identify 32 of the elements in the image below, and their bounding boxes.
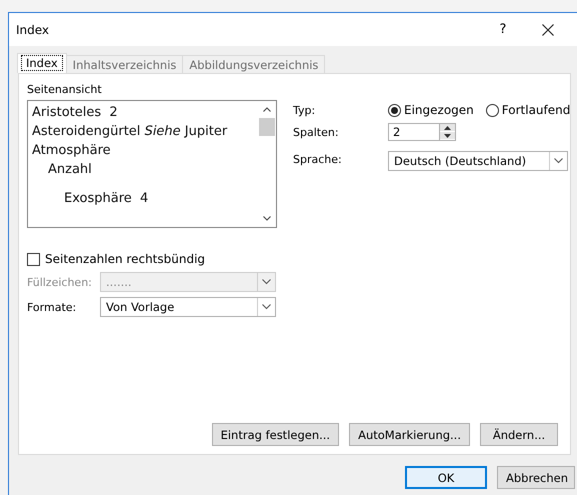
- index-entry: Atmosphäre: [32, 142, 112, 160]
- radio-option[interactable]: Fortlaufend: [486, 103, 570, 117]
- action-button[interactable]: Ändern...: [480, 423, 558, 446]
- formats-dropdown[interactable]: Von Vorlage: [100, 297, 276, 317]
- help-button[interactable]: ?: [483, 22, 523, 37]
- scroll-up-icon[interactable]: [263, 107, 271, 112]
- radio-icon[interactable]: [388, 104, 401, 116]
- right-align-checkbox[interactable]: Seitenzahlen rechtsbündig: [27, 252, 206, 266]
- formats-label: Formate:: [27, 300, 78, 314]
- preview-label: Seitenansicht: [27, 83, 103, 96]
- scroll-down-icon[interactable]: [263, 216, 271, 221]
- window-title: Index: [16, 22, 50, 36]
- dialog-button[interactable]: OK: [405, 466, 487, 489]
- columns-spinner[interactable]: 2: [388, 123, 456, 141]
- index-entry: Asteroidengürtel Siehe Jupiter: [32, 123, 228, 141]
- radio-icon[interactable]: [486, 104, 499, 116]
- tab[interactable]: Abbildungsverzeichnis: [182, 55, 326, 73]
- index-entry: Aristoteles 2: [32, 104, 119, 122]
- leader-label: Füllzeichen:: [27, 276, 93, 288]
- type-label: Typ:: [293, 104, 316, 116]
- close-icon[interactable]: [542, 24, 554, 36]
- action-button[interactable]: AutoMarkierung...: [349, 423, 470, 446]
- tab[interactable]: Index: [17, 53, 67, 73]
- scrollbar-thumb[interactable]: [259, 118, 275, 136]
- language-label: Sprache:: [293, 152, 343, 166]
- language-dropdown[interactable]: Deutsch (Deutschland): [388, 151, 568, 171]
- action-button[interactable]: Eintrag festlegen...: [212, 423, 340, 446]
- dialog-button[interactable]: Abbrechen: [497, 466, 575, 489]
- radio-option[interactable]: Eingezogen: [388, 103, 474, 117]
- index-entry: Exosphäre 4: [63, 190, 150, 208]
- columns-label: Spalten:: [293, 126, 340, 138]
- index-entry: Anzahl: [47, 161, 93, 179]
